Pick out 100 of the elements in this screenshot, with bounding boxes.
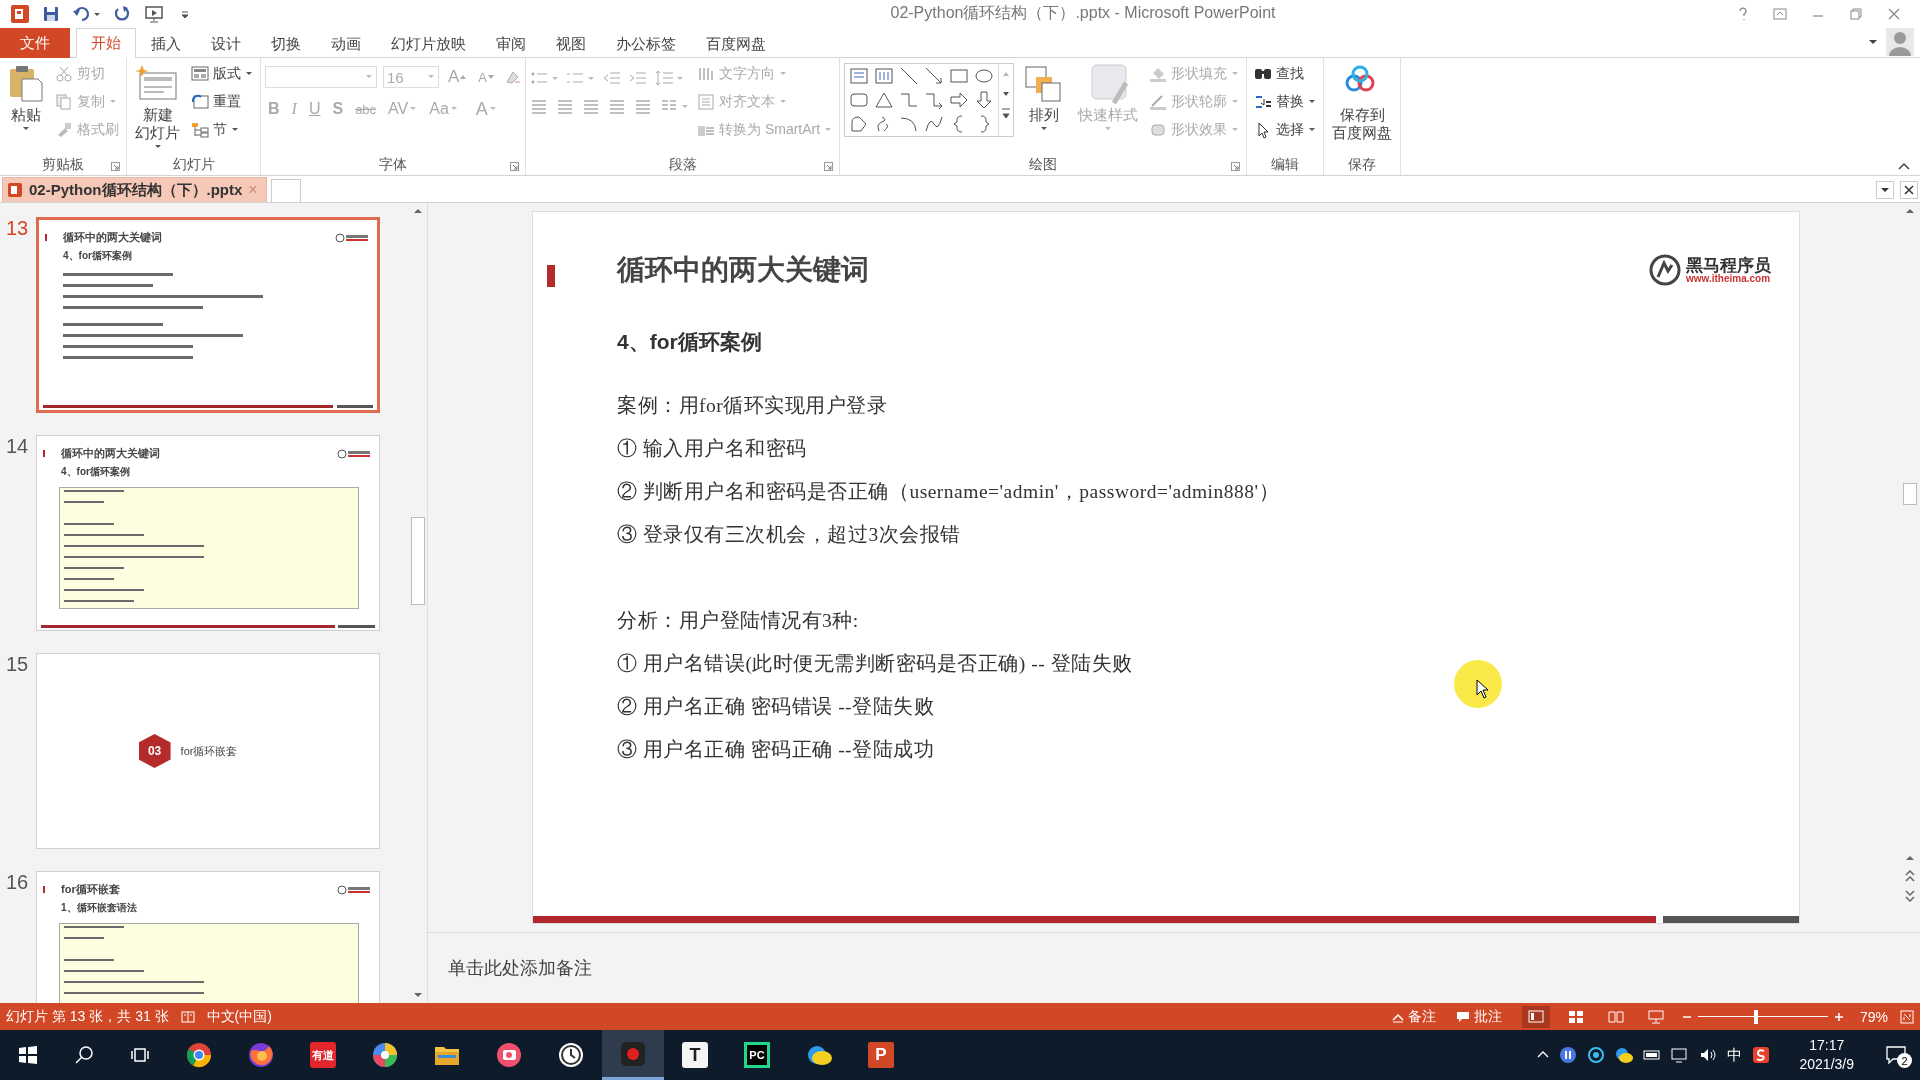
thumbnail-heading: 4、for循环案例 <box>62 249 133 263</box>
font-name-field[interactable] <box>265 66 377 88</box>
dropdown-arrow-icon[interactable] <box>1868 37 1878 47</box>
input-method-icon[interactable] <box>1751 1046 1770 1064</box>
zoom-in-icon[interactable] <box>1833 1011 1844 1022</box>
ribbon-tab[interactable]: 审阅 <box>481 30 541 58</box>
ribbon-small-button[interactable]: 重置 <box>188 89 256 115</box>
ribbon-display-icon[interactable] <box>1772 5 1788 22</box>
ribbon-button[interactable]: 新建 幻灯片 <box>131 61 184 153</box>
clock[interactable]: 17:17 2021/3/9 <box>1781 1036 1872 1074</box>
dialog-launcher-icon[interactable] <box>1231 162 1241 171</box>
slide-thumbnail[interactable]: 循环中的两大关键词 4、for循环案例 <box>36 217 380 413</box>
target-icon[interactable] <box>1586 1046 1605 1064</box>
group-label: 编辑 <box>1271 156 1300 174</box>
document-tab[interactable]: 02-Python循环结构（下）.pptx × <box>2 177 267 202</box>
slide-paragraph: ③ 用户名正确 密码正确 --登陆成功 <box>617 738 935 762</box>
scrollbar-thumb[interactable] <box>1903 483 1917 505</box>
wave-icon[interactable] <box>924 114 945 134</box>
pause-icon[interactable] <box>1558 1046 1577 1064</box>
ribbon-small-button[interactable]: 节 <box>188 117 256 143</box>
notes-placeholder[interactable]: 单击此处添加备注 <box>448 956 592 980</box>
taskbar-app[interactable]: P <box>850 1030 912 1080</box>
scroll-down-icon[interactable] <box>413 991 423 999</box>
down-arrow-icon <box>488 74 494 80</box>
dialog-launcher-icon[interactable] <box>824 162 834 171</box>
ribbon-tab[interactable]: 百度网盘 <box>691 30 781 58</box>
collapse-ribbon-icon[interactable] <box>1898 161 1910 171</box>
ribbon-tab[interactable]: 切换 <box>256 30 316 58</box>
triangle-icon[interactable] <box>874 90 895 110</box>
scroll-down-icon[interactable] <box>1905 854 1915 862</box>
ribbon-small-button[interactable]: 查找 <box>1251 61 1320 87</box>
previous-slide-icon[interactable] <box>1905 870 1915 882</box>
rounded-rectangle-icon[interactable] <box>849 90 870 110</box>
record-icon <box>619 1039 647 1068</box>
ribbon-tab[interactable]: 插入 <box>136 30 196 58</box>
ribbon-button[interactable]: 保存到 百度网盘 <box>1328 61 1397 153</box>
input-method-indicator[interactable]: 中 <box>1726 1045 1742 1065</box>
dialog-launcher-icon[interactable] <box>111 162 120 171</box>
ribbon-small-button[interactable]: 选择 <box>1251 117 1320 143</box>
language-indicator[interactable]: 中文(中国) <box>206 1007 272 1026</box>
ribbon-small-button[interactable]: 替换 <box>1251 89 1320 115</box>
notes-button[interactable]: 备注 <box>1391 1007 1436 1026</box>
file-tab[interactable]: 文件 <box>0 28 70 58</box>
undo-icon[interactable] <box>72 4 100 23</box>
shape-gallery[interactable] <box>844 63 1015 137</box>
slide-thumbnail[interactable]: 循环中的两大关键词 4、for循环案例 <box>36 435 380 631</box>
dialog-launcher-icon[interactable] <box>510 162 519 171</box>
reading-view-icon <box>1607 1008 1624 1025</box>
restore-icon[interactable] <box>1848 5 1864 22</box>
ribbon-tab[interactable]: 设计 <box>196 30 256 58</box>
ribbon-small-button[interactable]: 版式 <box>188 61 256 87</box>
tab-list-icon[interactable] <box>1876 181 1894 199</box>
ribbon-tab[interactable]: 动画 <box>316 30 376 58</box>
slide-thumbnail[interactable]: for循环嵌套 1、循环嵌套语法 <box>36 871 380 1003</box>
ribbon-tab[interactable]: 视图 <box>541 30 601 58</box>
right-arrow-icon[interactable] <box>949 90 970 110</box>
redo-icon[interactable] <box>112 4 132 23</box>
chat-cloud-icon[interactable] <box>1614 1046 1633 1064</box>
taskbar-app[interactable]: 有道 <box>292 1030 354 1080</box>
help-icon[interactable] <box>1736 5 1750 22</box>
oval-icon[interactable] <box>974 66 995 86</box>
ribbon-tab[interactable]: 开始 <box>76 28 136 58</box>
scrollbar[interactable] <box>409 203 428 1003</box>
ribbon-tab[interactable]: 幻灯片放映 <box>376 30 481 58</box>
taskbar-app[interactable] <box>602 1030 664 1080</box>
zoom-level[interactable]: 79% <box>1859 1008 1888 1025</box>
thumbnail-heading: 1、循环嵌套语法 <box>60 901 138 915</box>
curve-icon[interactable] <box>899 114 920 134</box>
slide-thumbnail[interactable]: 03 for循环嵌套 <box>36 653 380 849</box>
save-icon[interactable] <box>42 4 60 23</box>
windows-logo-icon <box>18 1045 38 1065</box>
group-label: 绘图 <box>1029 156 1058 174</box>
slide-paragraph: 分析：用户登陆情况有3种: <box>617 609 859 633</box>
close-icon[interactable] <box>1900 181 1918 199</box>
reset-icon <box>191 93 209 111</box>
scrollbar-thumb[interactable] <box>411 517 425 605</box>
ribbon-tab[interactable]: 办公标签 <box>601 30 691 58</box>
fit-window-icon[interactable] <box>1900 1009 1914 1024</box>
comments-button[interactable]: 批注 <box>1455 1007 1502 1026</box>
dictionary-app-icon <box>309 1041 337 1069</box>
scroll-up-icon[interactable] <box>1905 207 1915 215</box>
scroll-up-icon[interactable] <box>413 207 423 215</box>
spelling-icon[interactable] <box>180 1009 195 1024</box>
ribbon-button[interactable]: 粘贴 <box>4 61 48 153</box>
next-slide-icon[interactable] <box>1905 890 1915 902</box>
taskbar-app[interactable]: T <box>664 1030 726 1080</box>
slide-number: 14 <box>6 435 28 459</box>
view-button[interactable] <box>1521 1005 1550 1028</box>
browser-icon <box>185 1041 213 1069</box>
slider-thumb[interactable] <box>1754 1009 1759 1024</box>
slideshow-icon <box>1647 1008 1664 1025</box>
arrow-line-icon[interactable] <box>924 66 945 86</box>
notification-button[interactable]: 2 <box>1872 1030 1920 1080</box>
network-icon[interactable] <box>1670 1046 1689 1064</box>
line-icon[interactable] <box>899 66 920 86</box>
ribbon-button[interactable]: 排列 <box>1018 61 1071 153</box>
taskbar-app[interactable]: PC <box>726 1030 788 1080</box>
avatar-icon[interactable] <box>1886 28 1914 56</box>
caret-icon <box>488 105 497 113</box>
text-box-icon[interactable] <box>849 66 870 86</box>
